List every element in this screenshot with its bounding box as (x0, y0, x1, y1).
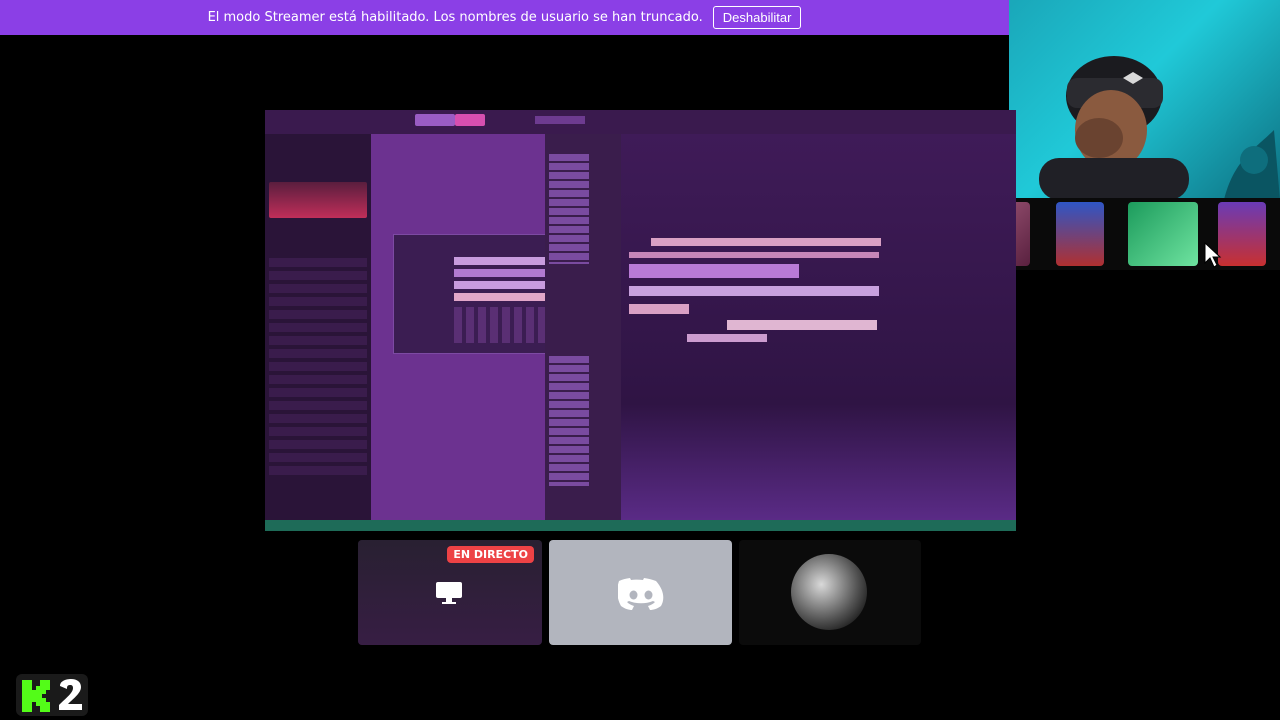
avatar (791, 554, 867, 630)
daw-browser-panel (265, 134, 371, 520)
card-banner-overlay (978, 198, 1280, 270)
screen-share-view[interactable] (265, 110, 1016, 531)
daw-playlist-arrangement (621, 134, 1016, 520)
mouse-cursor-icon (1204, 242, 1222, 268)
discord-participant-tile[interactable] (549, 540, 732, 645)
user-participant-tile[interactable] (739, 540, 921, 645)
streamer-silhouette (1039, 56, 1189, 200)
disable-streamer-mode-button[interactable]: Deshabilitar (712, 6, 802, 29)
os-taskbar (265, 520, 1016, 531)
webcam-feed (1009, 0, 1280, 200)
daw-promo-banner (269, 182, 367, 218)
card-image (1218, 202, 1266, 266)
card-image (1128, 202, 1198, 266)
streamer-mode-banner: El modo Streamer está habilitado. Los no… (0, 0, 1009, 35)
live-badge: EN DIRECTO (447, 546, 534, 563)
k2-logo (16, 674, 88, 716)
daw-toolbar (265, 110, 1016, 134)
live-screen-tile[interactable]: EN DIRECTO (358, 540, 542, 645)
background-plant (1224, 130, 1280, 200)
discord-logo-icon (618, 578, 664, 610)
streamer-mode-message: El modo Streamer está habilitado. Los no… (207, 10, 703, 25)
card-image (1056, 202, 1104, 266)
daw-file-list (269, 258, 367, 478)
daw-mixer-strip (545, 134, 621, 520)
screen-share-icon (436, 582, 462, 604)
